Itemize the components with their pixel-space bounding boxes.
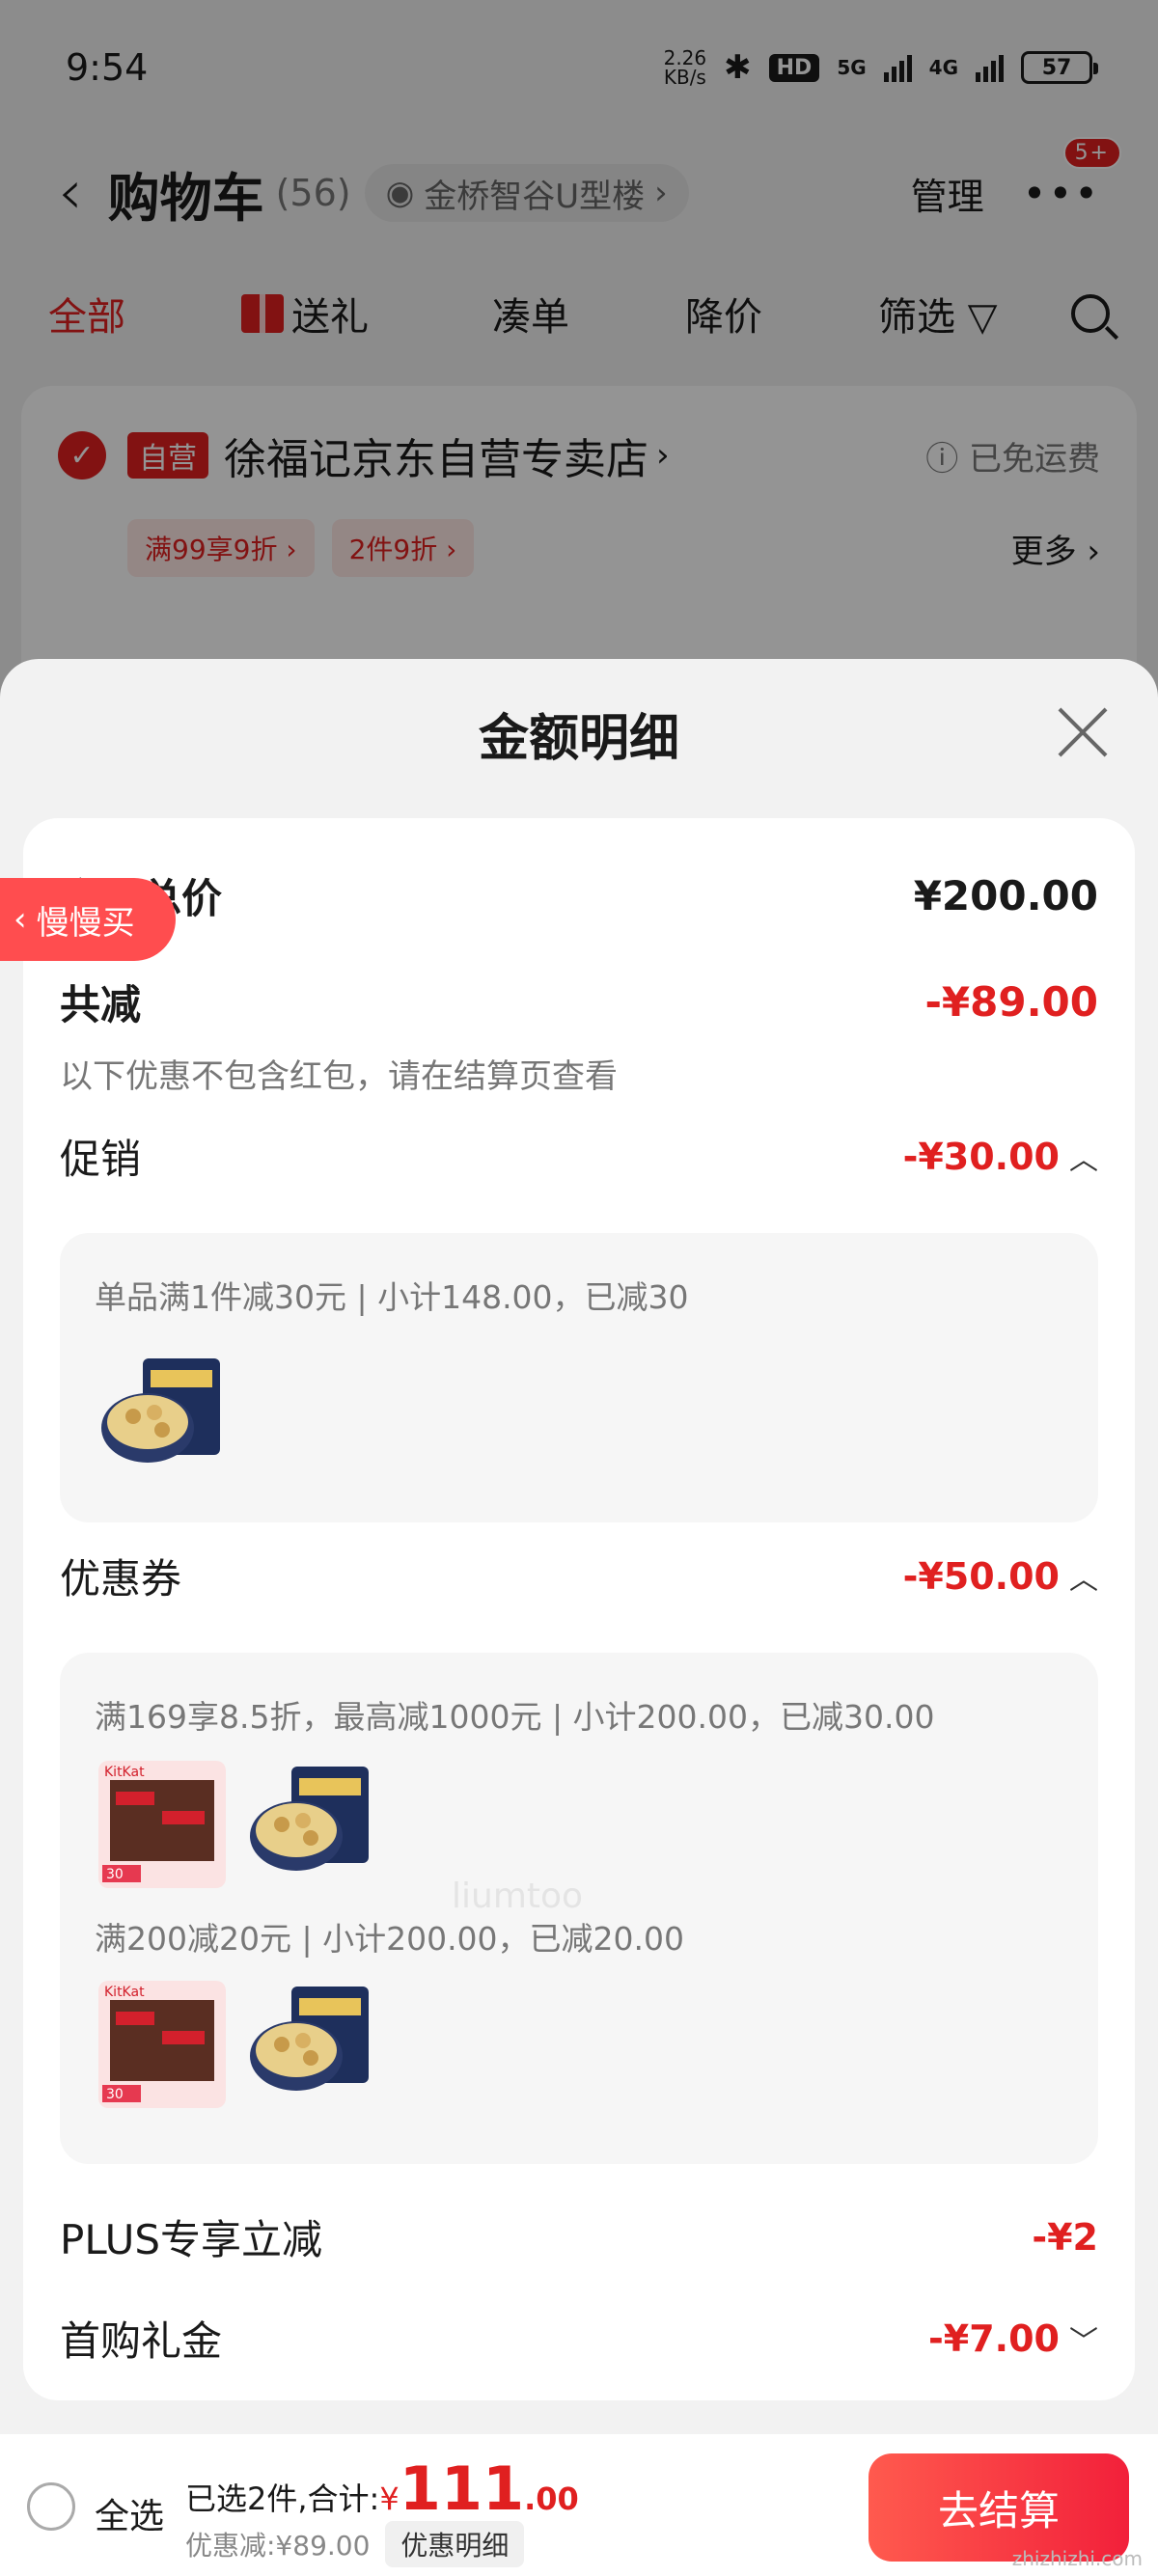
coupon-detail-text-2: 满200减20元 | 小计200.00，已减20.00 [95,1920,685,1958]
coupon-detail-text-1: 满169享8.5折，最高减1000元 | 小计200.00，已减30.00 [95,1698,935,1736]
checkout-button[interactable]: 去结算 [868,2453,1129,2562]
promotion-value: -¥30.00 [902,1135,1060,1178]
amount-detail-card: 商品总价 ¥200.00 共减 -¥89.00 以下优惠不包含红包，请在结算页查… [23,818,1135,2400]
svg-text:30: 30 [106,2087,124,2102]
total-discount-label: 共减 [60,981,142,1028]
cookie-tin-thumbnail [250,1767,369,1871]
coupon-label: 优惠券 [60,1555,182,1603]
total-price-row: 商品总价 ¥200.00 [60,866,1098,925]
promotion-detail-text: 单品满1件减30元 | 小计148.00，已减30 [95,1278,689,1316]
total-discount-value: -¥89.00 [924,978,1098,1026]
kitkat-box-thumbnail: KitKat 30 [98,1761,226,1888]
price-tracker-pill[interactable]: ‹ 慢慢买 [0,878,176,961]
summary-prefix: 已选2件,合计: [185,2480,380,2517]
select-all-checkbox[interactable] [27,2482,75,2531]
cookie-tin-thumbnail [250,1987,369,2091]
promotion-row[interactable]: 促销 -¥30.00 ︿ [60,1127,1098,1186]
svg-text:KitKat: KitKat [104,1985,145,2000]
discount-note: 以下优惠不包含红包，请在结算页查看 [60,1057,618,1096]
currency-symbol: ¥ [379,2480,400,2517]
first-purchase-label: 首购礼金 [60,2317,223,2365]
total-amount-decimal: .00 [524,2480,579,2517]
sheet-title: 金额明细 [478,710,679,768]
chevron-down-icon: ﹀ [1069,2324,1098,2359]
coupon-value: -¥50.00 [902,1554,1060,1598]
total-discount-row: 共减 -¥89.00 [60,973,1098,1031]
svg-text:KitKat: KitKat [104,1765,145,1780]
saved-amount-row: 优惠减:¥89.00 优惠明细 [185,2521,525,2567]
promotion-label: 促销 [60,1136,142,1183]
plus-discount-row: PLUS专享立减 -¥2 [60,2207,1098,2266]
saved-amount: 优惠减:¥89.00 [185,2530,371,2562]
site-watermark: zhizhizhi.com [1011,2547,1143,2570]
order-summary: 已选2件,合计: ¥ 111 .00 [185,2459,579,2519]
price-tracker-label: 慢慢买 [36,903,135,943]
total-amount-integer: 111 [399,2453,525,2524]
kitkat-box-thumbnail: KitKat 30 [98,1981,226,2108]
chevron-up-icon: ︿ [1069,1562,1098,1597]
chevron-left-icon: ‹ [14,900,27,939]
coupon-row[interactable]: 优惠券 -¥50.00 ︿ [60,1547,1098,1605]
total-price-value: ¥200.00 [913,872,1098,919]
select-all-label[interactable]: 全选 [95,2488,164,2538]
chevron-up-icon: ︿ [1069,1142,1098,1177]
svg-text:30: 30 [106,1867,124,1882]
first-purchase-value: -¥7.00 [928,2316,1060,2360]
discount-detail-button[interactable]: 优惠明细 [385,2521,525,2567]
checkout-bar: 全选 已选2件,合计: ¥ 111 .00 优惠减:¥89.00 优惠明细 去结… [0,2434,1158,2576]
cookie-tin-thumbnail [101,1358,220,1463]
first-purchase-row[interactable]: 首购礼金 -¥7.00 ﹀ [60,2309,1098,2368]
watermark: liumtoo [452,1877,584,1916]
promotion-detail-box: 单品满1件减30元 | 小计148.00，已减30 [60,1233,1098,1522]
plus-discount-label: PLUS专享立减 [60,2216,323,2263]
plus-discount-value: -¥2 [1032,2215,1098,2259]
close-icon[interactable] [1056,705,1110,759]
